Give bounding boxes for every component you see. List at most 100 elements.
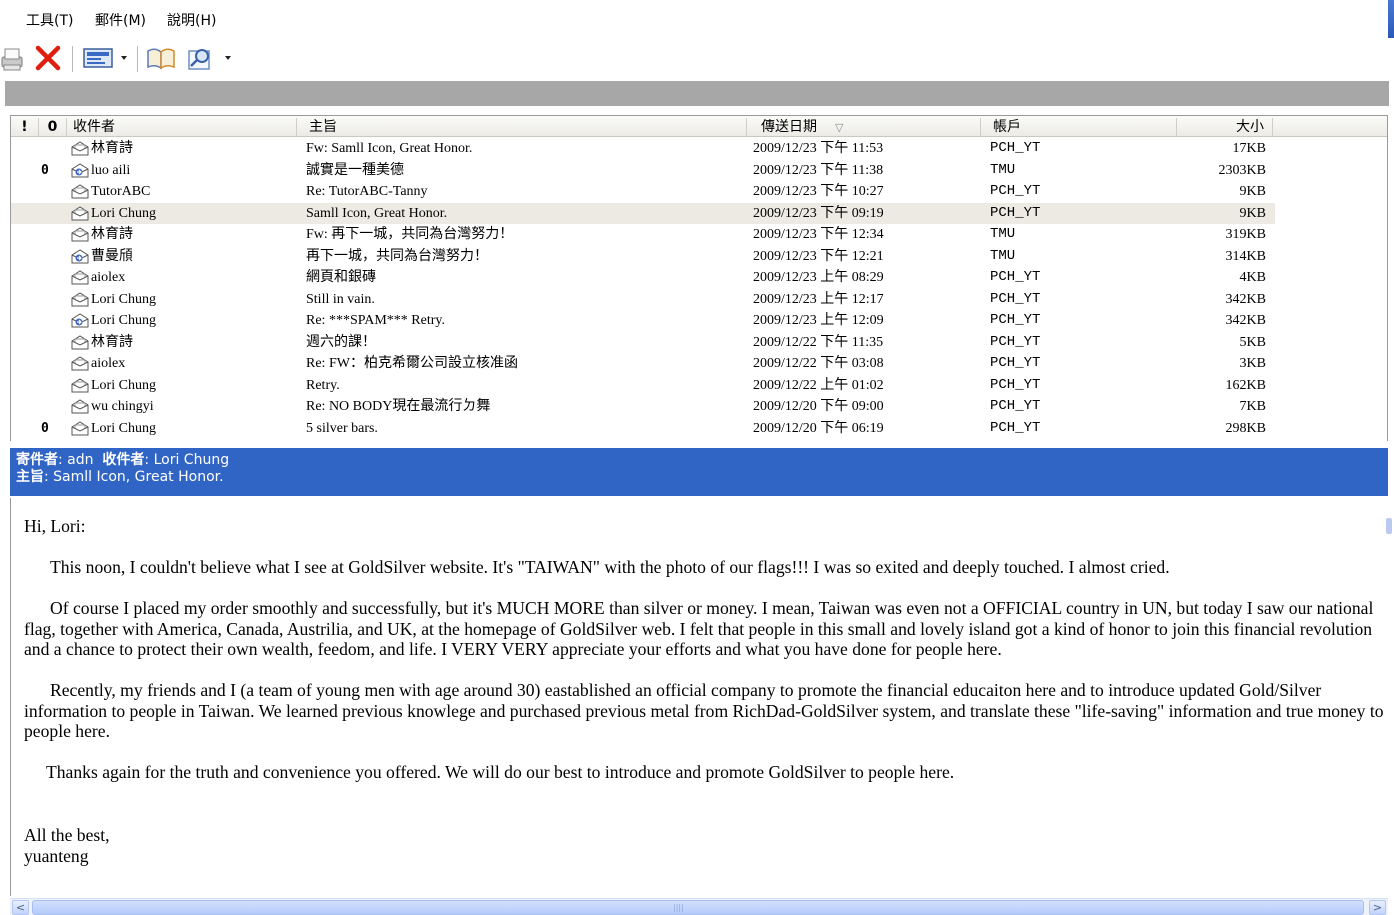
scroll-right-icon[interactable]: > bbox=[1369, 900, 1386, 915]
recipient-cell: 林育詩 bbox=[91, 141, 133, 156]
address-book-button[interactable] bbox=[144, 42, 178, 74]
recipient-cell: Lori Chung bbox=[91, 291, 156, 307]
preview-header: 寄件者: adn 收件者: Lori Chung 主旨: Samll Icon,… bbox=[10, 448, 1388, 496]
menu-mail[interactable]: 郵件(M) bbox=[95, 10, 146, 30]
label-separator: : bbox=[144, 452, 154, 468]
size-cell: 9KB bbox=[1239, 184, 1266, 199]
date-cell: 2009/12/23 下午 10:27 bbox=[753, 184, 884, 199]
message-row[interactable]: 林育詩 週六的課！ 2009/12/22 下午 11:35 PCH_YT 5KB bbox=[11, 332, 1275, 354]
recipient-cell: Lori Chung bbox=[91, 313, 156, 328]
body-closing: All the best, bbox=[24, 825, 110, 845]
subject-cell: Samll Icon, Great Honor. bbox=[306, 205, 448, 221]
toolbar-separator bbox=[72, 46, 73, 72]
horizontal-scrollbar[interactable]: < |||| > bbox=[10, 898, 1388, 915]
subject-cell: Re: FW：柏克希爾公司設立核准函 bbox=[306, 356, 518, 371]
message-row[interactable]: Lori Chung Samll Icon, Great Honor. 2009/1… bbox=[11, 202, 1275, 224]
message-row[interactable]: aiolex Re: FW：柏克希爾公司設立核准函 2009/12/22 下午 03… bbox=[11, 353, 1275, 375]
column-header-row: ! 0 收件者 主旨 傳送日期 ▽ 帳戶 大小 bbox=[11, 115, 1387, 137]
size-cell: 9KB bbox=[1239, 205, 1266, 221]
subject-cell: Fw: 再下一城，共同為台灣努力！ bbox=[306, 227, 514, 242]
size-cell: 5KB bbox=[1239, 334, 1266, 350]
account-cell: TMU bbox=[990, 226, 1016, 242]
date-cell: 2009/12/23 下午 11:53 bbox=[753, 141, 884, 156]
account-cell: PCH_YT bbox=[990, 419, 1041, 436]
toolbar-separator bbox=[137, 46, 138, 72]
account-cell: PCH_YT bbox=[990, 290, 1041, 307]
recipient-cell: luo aili bbox=[91, 162, 131, 178]
account-cell: TMU bbox=[990, 161, 1016, 178]
address-book-icon bbox=[147, 48, 175, 70]
column-size[interactable]: 大小 bbox=[1177, 118, 1273, 136]
message-row[interactable]: TutorABC Re: TutorABC-Tanny 2009/12/23 下午 … bbox=[11, 181, 1275, 203]
message-row[interactable]: Lori Chung Retry. 2009/12/22 上午 01:02 PCH_Y… bbox=[11, 375, 1275, 397]
date-cell: 2009/12/22 下午 11:35 bbox=[753, 334, 884, 350]
delete-button[interactable] bbox=[30, 42, 66, 74]
message-row[interactable]: 0 Lori Chung 5 silver bars. 2009/12/20 下午 0… bbox=[11, 418, 1275, 440]
body-paragraph: Recently, my friends and I (a team of yo… bbox=[24, 680, 1384, 741]
column-to[interactable]: 收件者 bbox=[67, 118, 297, 136]
preview-from-label: 寄件者 bbox=[16, 452, 58, 468]
vertical-scrollbar[interactable] bbox=[1386, 518, 1392, 534]
date-cell: 2009/12/23 上午 08:29 bbox=[753, 270, 884, 285]
send-receive-icon bbox=[83, 48, 127, 68]
find-icon bbox=[188, 49, 231, 70]
size-cell: 162KB bbox=[1225, 377, 1266, 393]
message-row[interactable]: wu chingyi Re: NO BODY現在最流行ㄉ舞 2009/12/20 下… bbox=[11, 396, 1275, 418]
send-receive-button[interactable] bbox=[80, 42, 132, 74]
print-icon bbox=[1, 48, 23, 71]
body-paragraph: Thanks again for the truth and convenien… bbox=[46, 762, 955, 782]
label-separator: : bbox=[58, 452, 68, 468]
delete-icon bbox=[35, 45, 61, 71]
find-button[interactable] bbox=[184, 42, 236, 74]
attachment-icon: 0 bbox=[41, 420, 49, 436]
toolbar bbox=[0, 38, 1394, 80]
open-envelope-icon bbox=[71, 420, 89, 443]
message-row[interactable]: 曹曼頎 再下一城，共同為台灣努力！ 2009/12/23 下午 12:21 TMU 31… bbox=[11, 246, 1275, 268]
scroll-left-icon[interactable]: < bbox=[12, 900, 29, 915]
preview-body[interactable]: Hi, Lori: This noon, I couldn't believe … bbox=[10, 498, 1386, 896]
column-subject[interactable]: 主旨 bbox=[297, 118, 747, 136]
subject-cell: Retry. bbox=[306, 377, 340, 393]
preview-subject: Samll Icon, Great Honor. bbox=[53, 469, 224, 485]
subject-cell: 再下一城，共同為台灣努力！ bbox=[306, 248, 488, 264]
subject-cell: 誠實是一種美德 bbox=[306, 162, 404, 178]
preview-subject-label: 主旨 bbox=[16, 469, 44, 485]
account-cell: PCH_YT bbox=[990, 140, 1041, 156]
subject-cell: 週六的課！ bbox=[306, 334, 376, 350]
subject-cell: Fw: Samll Icon, Great Honor. bbox=[306, 141, 473, 156]
window-edge bbox=[1388, 0, 1394, 38]
account-cell: PCH_YT bbox=[990, 333, 1041, 350]
menu-help[interactable]: 說明(H) bbox=[167, 10, 216, 30]
sort-descending-icon: ▽ bbox=[835, 121, 844, 134]
date-cell: 2009/12/23 下午 09:19 bbox=[753, 205, 884, 221]
date-cell: 2009/12/20 下午 09:00 bbox=[753, 399, 884, 414]
menu-tools[interactable]: 工具(T) bbox=[26, 10, 73, 30]
menu-bar: 工具(T) 郵件(M) 說明(H) bbox=[0, 0, 1394, 38]
column-attachment[interactable]: 0 bbox=[39, 118, 67, 136]
message-row[interactable]: aiolex 網頁和銀磚 2009/12/23 上午 08:29 PCH_YT 4KB bbox=[11, 267, 1275, 289]
message-row[interactable]: 林育詩 Fw: 再下一城，共同為台灣努力！ 2009/12/23 下午 12:34 T… bbox=[11, 224, 1275, 246]
column-date[interactable]: 傳送日期 ▽ bbox=[747, 118, 981, 136]
column-date-label: 傳送日期 bbox=[761, 119, 817, 135]
subject-cell: Re: NO BODY現在最流行ㄉ舞 bbox=[306, 399, 491, 414]
recipient-cell: 曹曼頎 bbox=[91, 248, 133, 264]
subject-cell: Re: ***SPAM*** Retry. bbox=[306, 313, 445, 328]
attachment-icon: 0 bbox=[41, 162, 49, 178]
subject-cell: 網頁和銀磚 bbox=[306, 270, 376, 285]
column-account[interactable]: 帳戶 bbox=[981, 118, 1177, 136]
size-cell: 314KB bbox=[1225, 248, 1266, 264]
preview-to: Lori Chung bbox=[153, 452, 230, 468]
message-row[interactable]: Lori Chung Still in vain. 2009/12/23 上午 12… bbox=[11, 289, 1275, 311]
print-button[interactable] bbox=[0, 42, 26, 74]
size-cell: 4KB bbox=[1239, 270, 1266, 285]
scrollbar-thumb[interactable] bbox=[32, 900, 1364, 915]
recipient-cell: aiolex bbox=[91, 270, 126, 285]
message-row[interactable]: 0 luo aili 誠實是一種美德 2009/12/23 下午 11:38 TMU 23… bbox=[11, 160, 1275, 182]
message-row[interactable]: Lori Chung Re: ***SPAM*** Retry. 2009/12/2… bbox=[11, 310, 1275, 332]
column-flag[interactable]: ! bbox=[11, 118, 39, 136]
recipient-cell: TutorABC bbox=[91, 184, 151, 199]
message-row[interactable]: 林育詩 Fw: Samll Icon, Great Honor. 2009/12/2… bbox=[11, 138, 1275, 160]
account-cell: PCH_YT bbox=[990, 269, 1041, 285]
body-greeting: Hi, Lori: bbox=[24, 516, 86, 536]
size-cell: 7KB bbox=[1239, 399, 1266, 414]
